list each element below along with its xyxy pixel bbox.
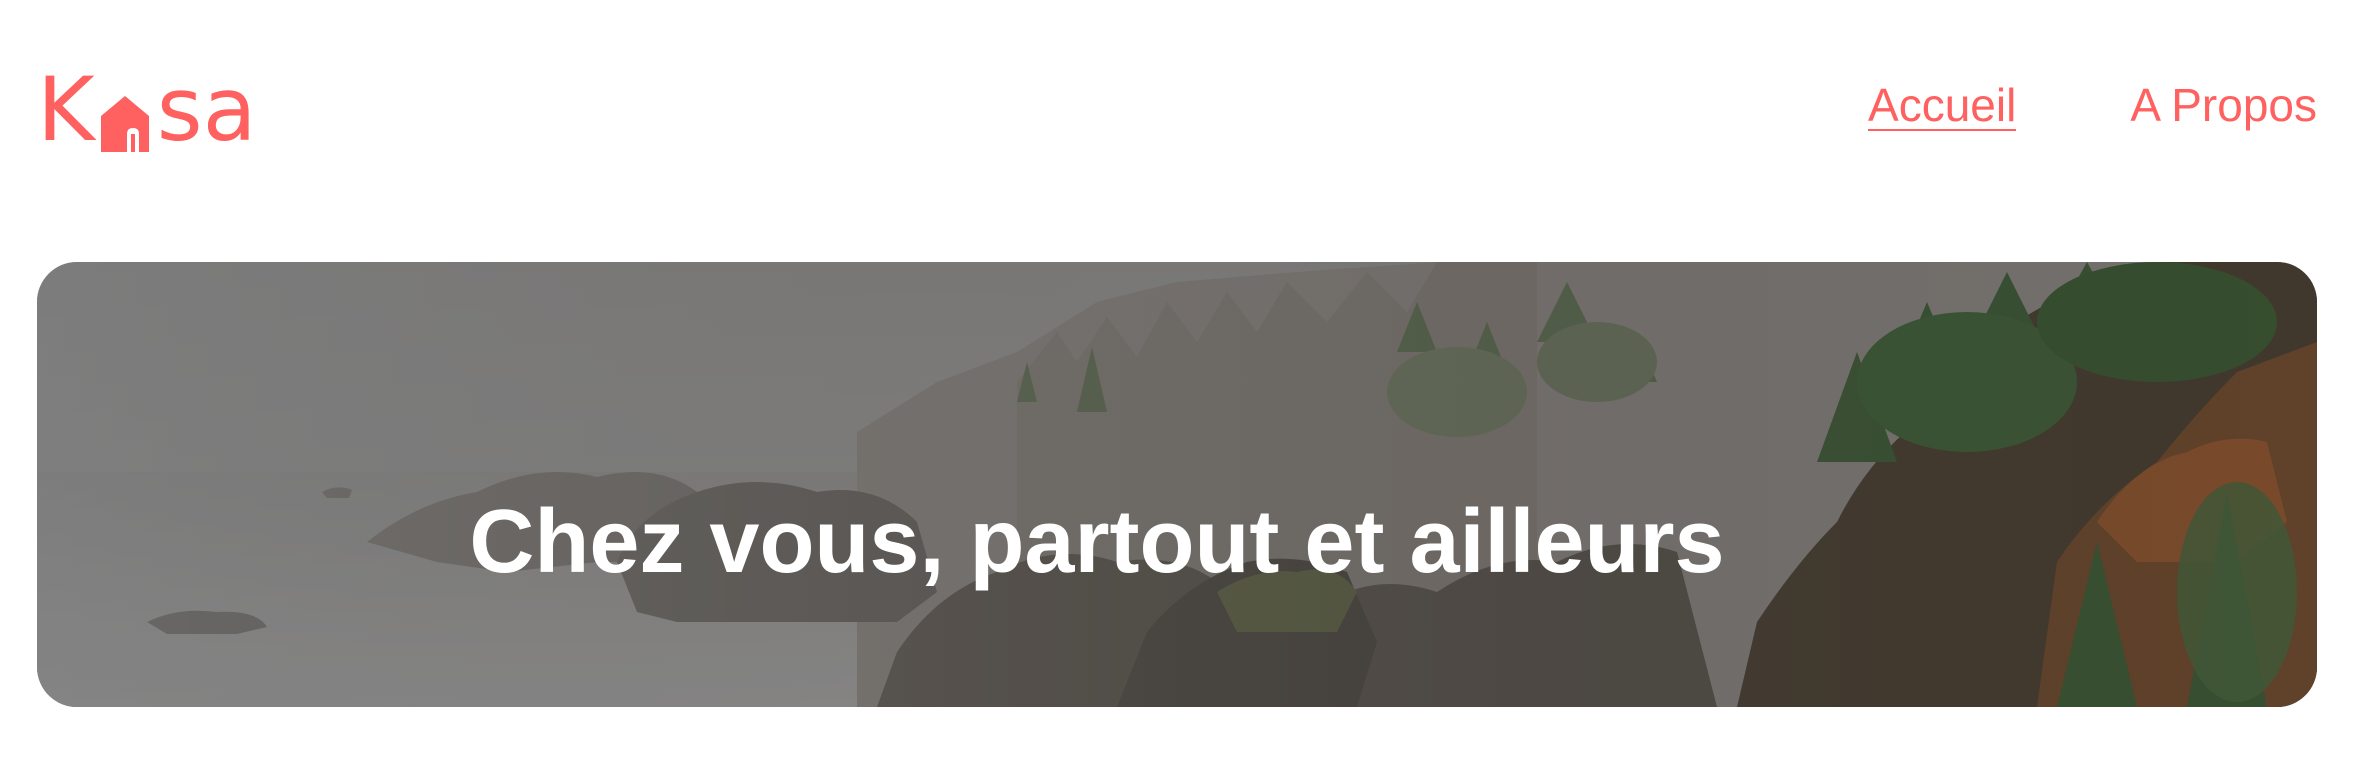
logo-letter-k: K	[37, 58, 95, 161]
main-nav: Accueil A Propos	[1868, 82, 2317, 132]
site-header: K sa Accueil A Propos	[37, 60, 2317, 170]
hero-title: Chez vous, partout et ailleurs	[469, 492, 1725, 593]
logo-letter-sa: sa	[156, 58, 257, 161]
hero-background-image	[37, 262, 2317, 707]
hero-banner: Chez vous, partout et ailleurs	[37, 262, 2317, 707]
house-icon	[100, 96, 149, 152]
nav-link-accueil[interactable]: Accueil	[1868, 82, 2017, 131]
kasa-logo[interactable]: K sa	[37, 66, 267, 154]
nav-link-a-propos[interactable]: A Propos	[2130, 82, 2317, 132]
